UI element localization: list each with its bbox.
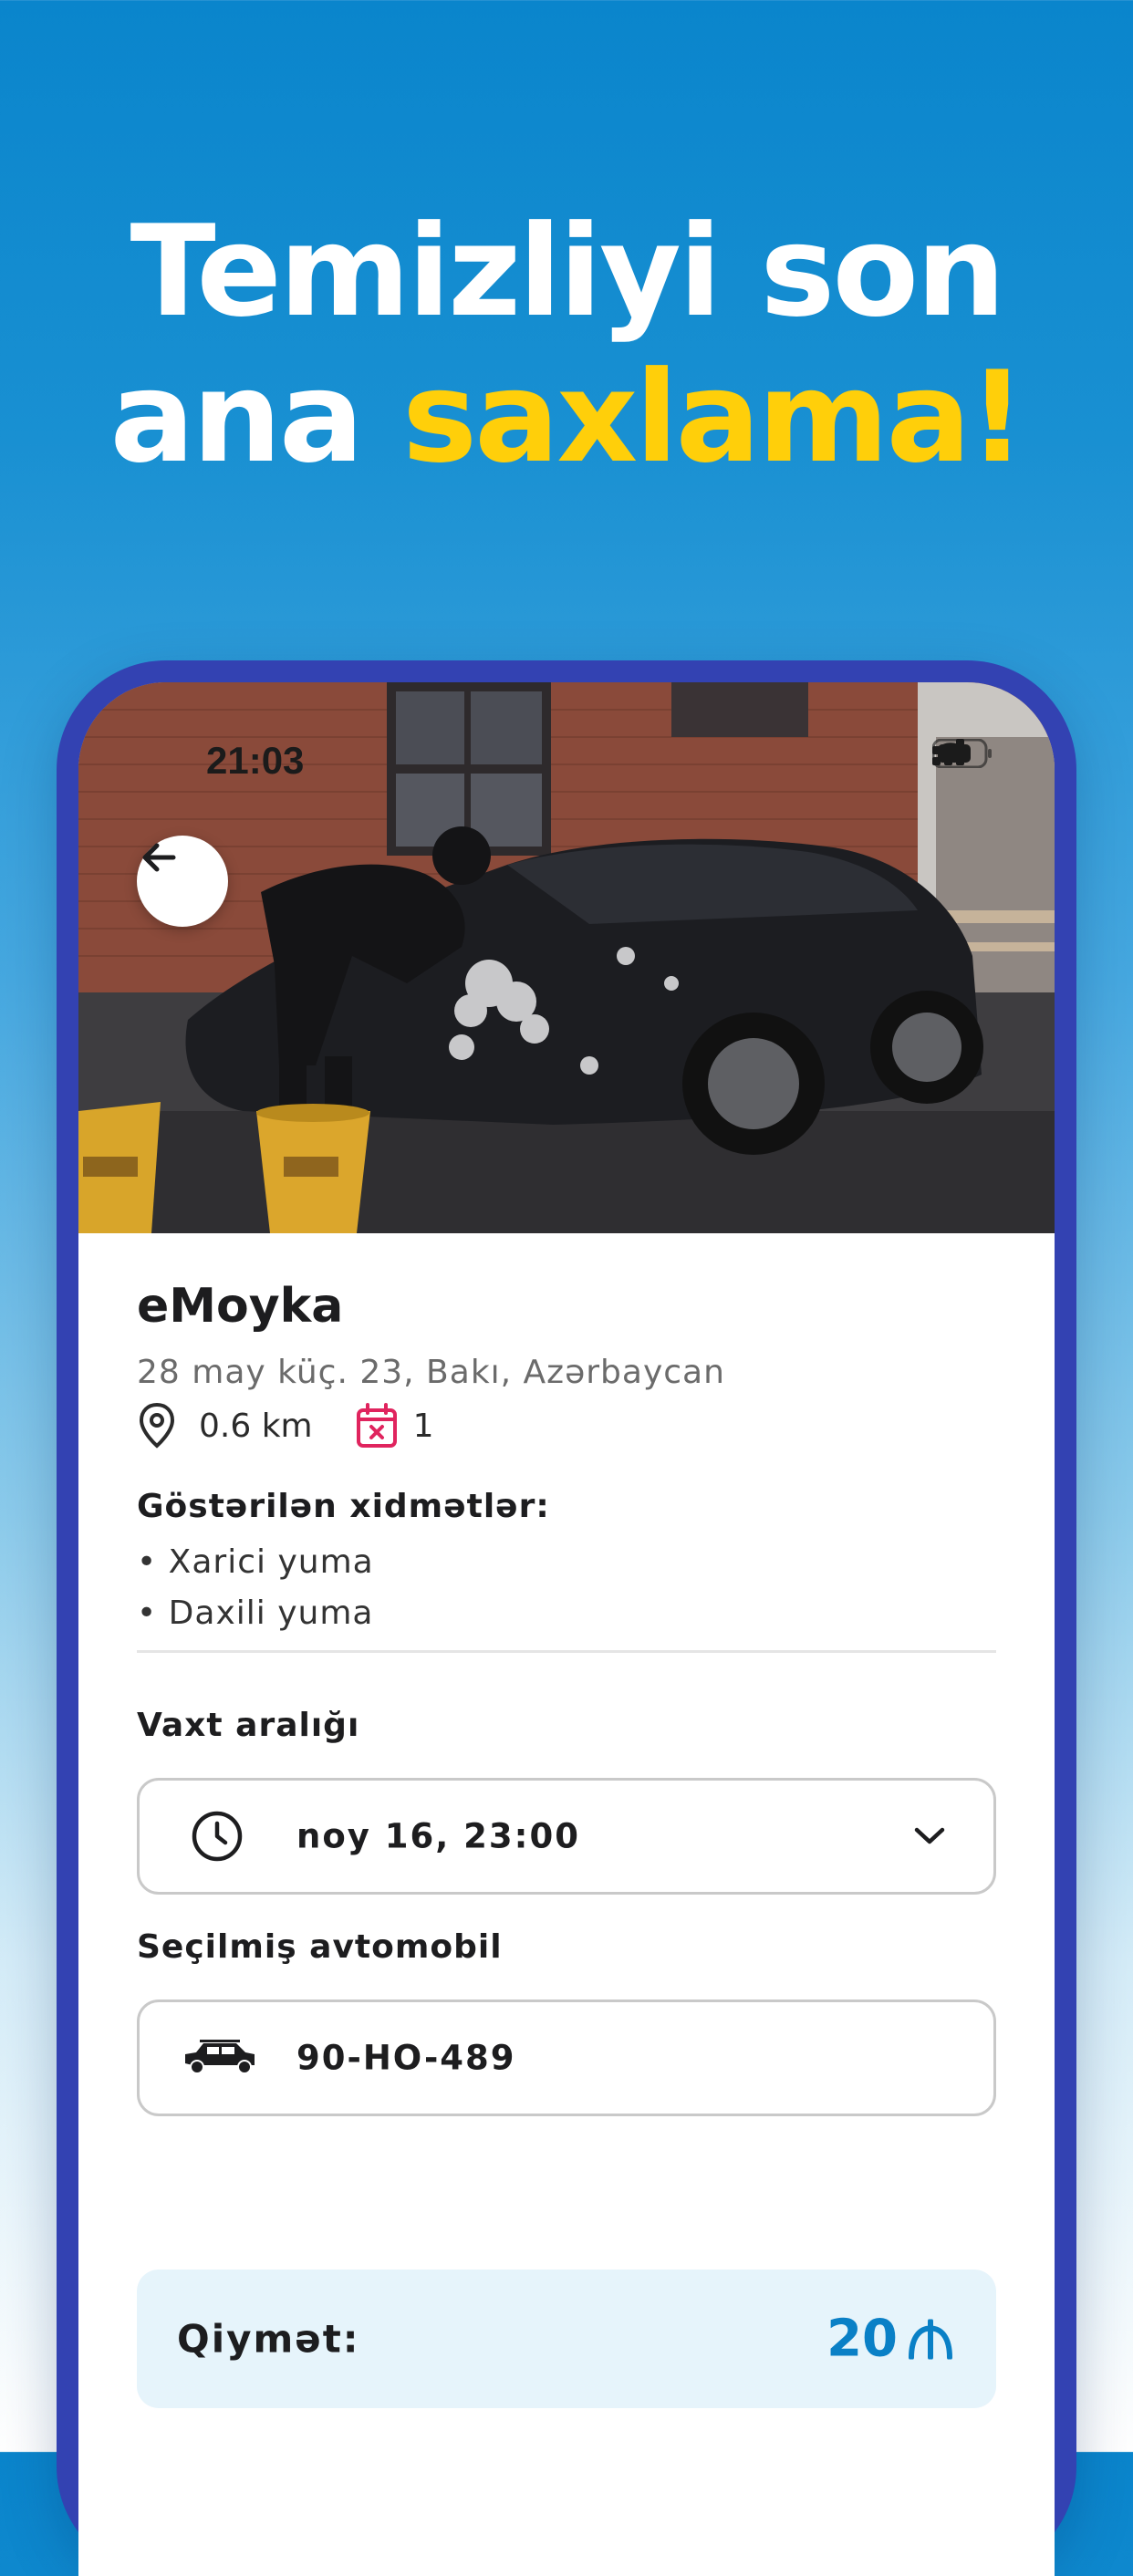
selected-car-plate: 90-HO-489 [296, 2038, 516, 2078]
phone-frame: 21:03 eMoyka 28 may küç. 23, Bakı, Azərb… [57, 660, 1076, 2576]
time-range-label: Vaxt aralığı [137, 1707, 360, 1744]
time-range-value: noy 16, 23:00 [296, 1816, 580, 1856]
promo-headline: Temizliyi son ana saxlama! [0, 199, 1133, 491]
price-box: Qiymət: 20 [137, 2270, 996, 2408]
manat-icon [907, 2319, 954, 2359]
price-value: 20 [826, 2309, 898, 2369]
time-range-select[interactable]: noy 16, 23:00 [137, 1778, 996, 1895]
distance-value: 0.6 km [199, 1407, 313, 1445]
services-heading: Göstərilən xidmətlər: [137, 1488, 550, 1525]
status-time: 21:03 [206, 739, 305, 782]
place-title: eMoyka [137, 1279, 344, 1334]
section-divider [137, 1650, 996, 1653]
service-item: • Xarici yuma [137, 1543, 374, 1581]
price-label: Qiymət: [177, 2316, 360, 2362]
place-address: 28 may küç. 23, Bakı, Azərbaycan [137, 1354, 725, 1391]
service-item: • Daxili yuma [137, 1594, 374, 1632]
back-button[interactable] [137, 836, 228, 927]
price-value-group: 20 [826, 2310, 954, 2369]
calendar-count: 1 [412, 1407, 434, 1445]
selected-car-label: Seçilmiş avtomobil [137, 1928, 503, 1966]
headline-accent: saxlama! [401, 344, 1026, 491]
status-icons [932, 739, 992, 779]
place-meta: 0.6 km 1 [137, 1394, 434, 1458]
hero-photo: 21:03 [78, 682, 1055, 1233]
calendar-icon [355, 1402, 399, 1449]
location-pin-icon [137, 1402, 177, 1449]
selected-car-field[interactable]: 90-HO-489 [137, 2000, 996, 2116]
headline-line-2: ana saxlama! [0, 345, 1133, 491]
headline-line-2-prefix: ana [109, 344, 402, 491]
clock-icon [191, 1810, 244, 1863]
chevron-down-icon [913, 1826, 946, 1846]
app-screen: 21:03 eMoyka 28 may küç. 23, Bakı, Azərb… [78, 682, 1055, 2576]
car-icon [180, 2040, 258, 2076]
headline-line-1: Temizliyi son [130, 198, 1006, 345]
